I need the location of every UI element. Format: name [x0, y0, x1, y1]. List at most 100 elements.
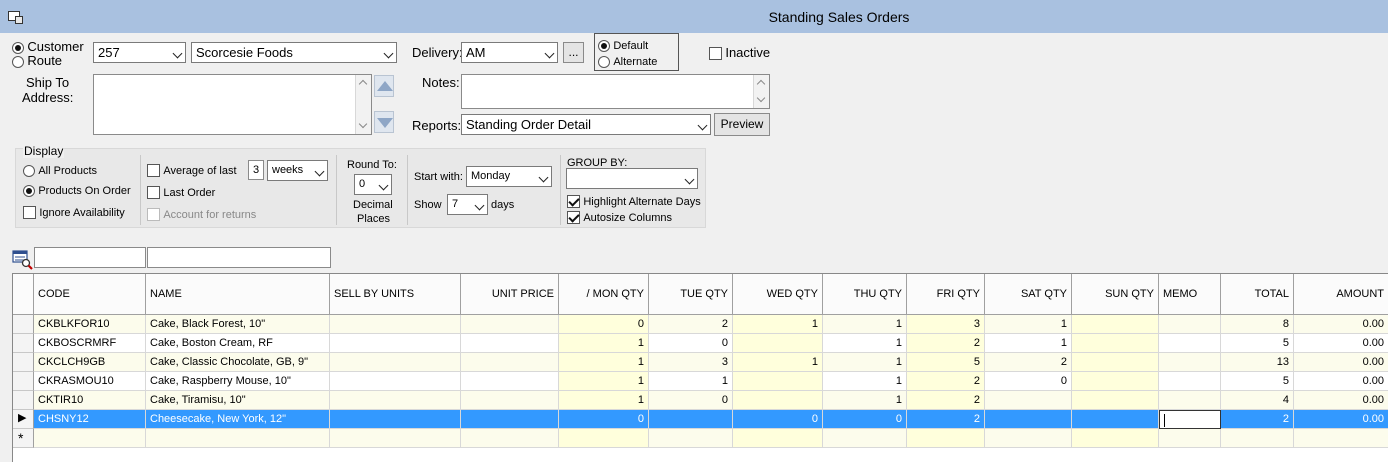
cell-thu-qty[interactable]: 1	[823, 353, 907, 372]
notes-field[interactable]	[461, 74, 770, 109]
highlight-alternate-box[interactable]	[567, 195, 580, 209]
cell-code[interactable]: CHSNY12	[34, 410, 146, 429]
cell-total[interactable]: 5	[1221, 334, 1294, 353]
scroll-up-icon[interactable]	[358, 79, 368, 89]
grid-search-icon[interactable]	[12, 250, 33, 270]
standing-orders-grid[interactable]: CODE NAME SELL BY UNITS UNIT PRICE / MON QTY…	[12, 273, 1388, 462]
cell-unit-price[interactable]	[461, 429, 559, 448]
row-selector[interactable]	[13, 391, 34, 410]
customer-radio[interactable]: Customer	[12, 39, 84, 54]
cell-tue-qty[interactable]: 3	[649, 353, 733, 372]
default-radio[interactable]: Default	[598, 38, 648, 52]
cell-mon-qty[interactable]: 0	[559, 315, 649, 334]
cell-code[interactable]: CKBLKFOR10	[34, 315, 146, 334]
column-header-name[interactable]: NAME	[146, 274, 330, 315]
cell-sell-by-units[interactable]	[330, 391, 461, 410]
cell-memo[interactable]	[1159, 334, 1221, 353]
cell-name[interactable]: Cake, Classic Chocolate, GB, 9"	[146, 353, 330, 372]
cell-name[interactable]: Cake, Raspberry Mouse, 10"	[146, 372, 330, 391]
cell-sell-by-units[interactable]	[330, 353, 461, 372]
autosize-columns-checkbox[interactable]: Autosize Columns	[567, 210, 672, 225]
cell-wed-qty[interactable]: 1	[733, 315, 823, 334]
cell-mon-qty[interactable]: 1	[559, 334, 649, 353]
cell-unit-price[interactable]	[461, 391, 559, 410]
chevron-down-icon[interactable]	[684, 174, 695, 185]
cell-name[interactable]: Cake, Tiramisu, 10"	[146, 391, 330, 410]
scroll-down-icon[interactable]	[756, 93, 766, 103]
table-row[interactable]: CKBLKFOR10 Cake, Black Forest, 10" 0 2 1 1 3 1 8…	[13, 315, 1388, 334]
autosize-columns-box[interactable]	[567, 211, 580, 225]
route-radio-indicator[interactable]	[12, 55, 24, 68]
cell-amount[interactable]: 0.00	[1294, 315, 1388, 334]
column-header-fri-qty[interactable]: FRI QTY	[907, 274, 985, 315]
cell-mon-qty[interactable]: 1	[559, 372, 649, 391]
column-header-unit-price[interactable]: UNIT PRICE	[461, 274, 559, 315]
customer-code-combo[interactable]: 257	[93, 42, 186, 63]
cell-sell-by-units[interactable]	[330, 410, 461, 429]
cell-thu-qty[interactable]	[823, 429, 907, 448]
cell-wed-qty[interactable]	[733, 334, 823, 353]
cell-memo[interactable]	[1159, 353, 1221, 372]
ignore-availability-box[interactable]	[23, 206, 36, 220]
cell-fri-qty[interactable]: 3	[907, 315, 985, 334]
cell-sell-by-units[interactable]	[330, 334, 461, 353]
group-by-combo[interactable]	[566, 168, 698, 189]
column-header-tue-qty[interactable]: TUE QTY	[649, 274, 733, 315]
cell-sat-qty[interactable]: 2	[985, 353, 1072, 372]
cell-code[interactable]: CKCLCH9GB	[34, 353, 146, 372]
account-for-returns-box[interactable]	[147, 208, 160, 222]
column-header-sell-by-units[interactable]: SELL BY UNITS	[330, 274, 461, 315]
cell-sun-qty[interactable]	[1072, 315, 1159, 334]
cell-wed-qty[interactable]: 1	[733, 353, 823, 372]
chevron-down-icon[interactable]	[544, 48, 555, 59]
cell-total[interactable]: 2	[1221, 410, 1294, 429]
last-order-box[interactable]	[147, 186, 160, 200]
cell-memo[interactable]	[1159, 391, 1221, 410]
cell-wed-qty[interactable]	[733, 429, 823, 448]
scroll-up-icon[interactable]	[756, 79, 766, 89]
column-header-memo[interactable]: MEMO	[1159, 274, 1221, 315]
average-unit-combo[interactable]: weeks	[267, 160, 328, 181]
cell-sun-qty[interactable]	[1072, 391, 1159, 410]
cell-sat-qty[interactable]: 1	[985, 334, 1072, 353]
cell-tue-qty[interactable]	[649, 429, 733, 448]
delivery-combo[interactable]: AM	[461, 42, 558, 63]
row-selector[interactable]: ▶	[13, 410, 34, 429]
grid-corner-header[interactable]	[13, 274, 34, 315]
table-row[interactable]: CKCLCH9GB Cake, Classic Chocolate, GB, 9"…	[13, 353, 1388, 372]
cell-amount[interactable]	[1294, 429, 1388, 448]
cell-sun-qty[interactable]	[1072, 372, 1159, 391]
cell-sell-by-units[interactable]	[330, 429, 461, 448]
scroll-down-icon[interactable]	[358, 119, 368, 129]
cell-amount[interactable]: 0.00	[1294, 410, 1388, 429]
cell-sat-qty[interactable]	[985, 410, 1072, 429]
cell-unit-price[interactable]	[461, 334, 559, 353]
table-row[interactable]: CKTIR10 Cake, Tiramisu, 10" 1 0 1 2 4 0.00	[13, 391, 1388, 410]
cell-name[interactable]: Cake, Black Forest, 10"	[146, 315, 330, 334]
cell-amount[interactable]: 0.00	[1294, 334, 1388, 353]
new-row[interactable]: *	[13, 429, 1388, 448]
table-row[interactable]: ▶ CHSNY12 Cheesecake, New York, 12" 0 0 0 2 2 0.…	[13, 410, 1388, 429]
row-selector[interactable]	[13, 372, 34, 391]
cell-sat-qty[interactable]: 1	[985, 315, 1072, 334]
cell-total[interactable]: 13	[1221, 353, 1294, 372]
start-with-combo[interactable]: Monday	[466, 166, 552, 187]
cell-total[interactable]: 5	[1221, 372, 1294, 391]
row-selector[interactable]	[13, 334, 34, 353]
chevron-down-icon[interactable]	[697, 120, 708, 131]
cell-memo[interactable]	[1159, 410, 1221, 429]
cell-wed-qty[interactable]	[733, 391, 823, 410]
cell-sun-qty[interactable]	[1072, 429, 1159, 448]
cell-thu-qty[interactable]: 1	[823, 391, 907, 410]
average-count-field[interactable]: 3	[248, 160, 264, 180]
cell-tue-qty[interactable]: 0	[649, 391, 733, 410]
row-selector[interactable]: *	[13, 429, 34, 448]
cell-unit-price[interactable]	[461, 372, 559, 391]
inactive-checkbox[interactable]: Inactive	[709, 45, 770, 61]
alternate-radio[interactable]: Alternate	[598, 54, 657, 68]
cell-unit-price[interactable]	[461, 353, 559, 372]
route-radio[interactable]: Route	[12, 53, 62, 68]
cell-thu-qty[interactable]: 1	[823, 315, 907, 334]
cell-thu-qty[interactable]: 1	[823, 372, 907, 391]
cell-mon-qty[interactable]: 1	[559, 353, 649, 372]
